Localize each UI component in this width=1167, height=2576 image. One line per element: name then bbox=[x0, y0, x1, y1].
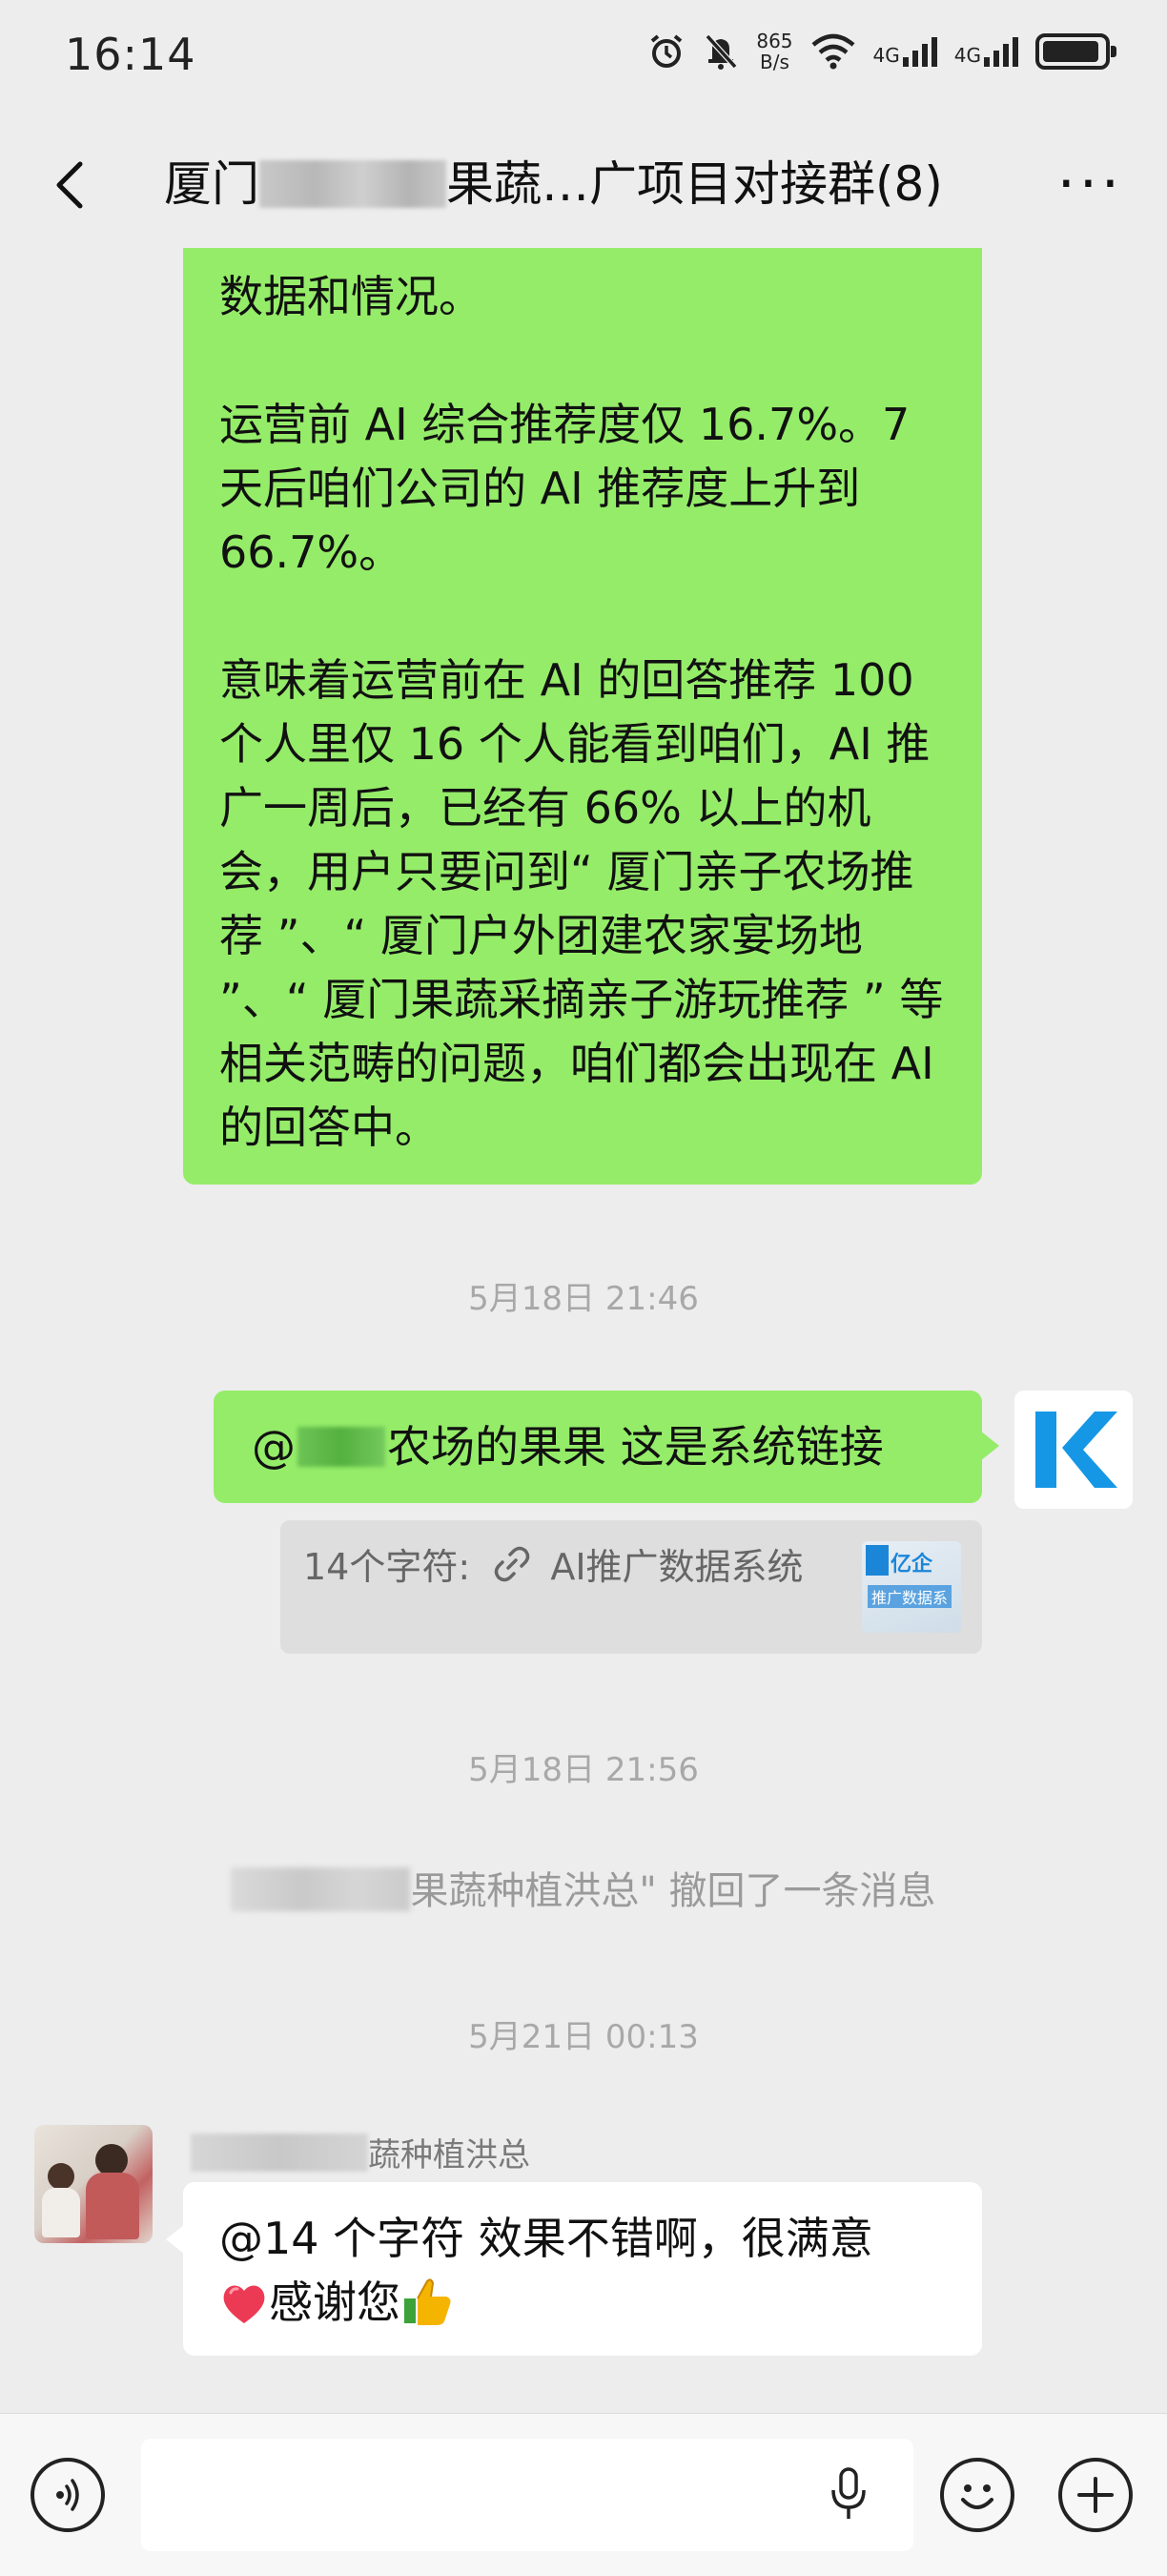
message-line: 感谢您 bbox=[219, 2271, 948, 2335]
heart-emoji-icon bbox=[223, 2285, 265, 2323]
message-input[interactable] bbox=[141, 2439, 913, 2551]
avatar[interactable] bbox=[34, 2125, 153, 2243]
status-icons: 865 B/s 4G 4G bbox=[647, 30, 1116, 73]
alarm-icon bbox=[651, 34, 683, 68]
link-thumbnail: 亿企 推广数据系 bbox=[862, 1541, 961, 1633]
quoted-link-preview[interactable]: 14个字符: AI推广数据系统 亿企 推广数据系 bbox=[280, 1520, 982, 1654]
chat-header: 厦门 果蔬…广项目对接群(8) ··· bbox=[0, 124, 1167, 248]
message-line: @14 个字符 效果不错啊，很满意 bbox=[219, 2213, 873, 2264]
signal-icon-2: 4G bbox=[954, 36, 1018, 67]
thumbs-up-emoji-icon bbox=[404, 2278, 451, 2325]
redacted-name bbox=[231, 1867, 411, 1911]
k-logo-icon bbox=[1035, 1412, 1117, 1488]
recall-notice: 果蔬种植洪总" 撤回了一条消息 bbox=[0, 1860, 1167, 1915]
timestamp: 5月18日 21:46 bbox=[468, 1280, 699, 1318]
wifi-icon bbox=[811, 33, 854, 70]
redacted-name bbox=[259, 160, 446, 208]
message-bubble-incoming[interactable]: @14 个字符 效果不错啊，很满意 感谢您 bbox=[166, 2182, 982, 2356]
redacted-name bbox=[191, 2133, 368, 2172]
cut-off-line bbox=[219, 248, 948, 265]
link-icon bbox=[495, 1546, 530, 1582]
sender-name: 蔬种植洪总 bbox=[191, 2129, 530, 2175]
input-bar bbox=[0, 2413, 1167, 2576]
message-paragraph: 意味着运营前在 AI 的回答推荐 100 个人里仅 16 个人能看到咱们，AI … bbox=[219, 654, 944, 1153]
message-paragraph: 运营前 AI 综合推荐度仅 16.7%。7天后咱们公司的 AI 推荐度上升到 6… bbox=[219, 399, 911, 578]
microphone-icon[interactable] bbox=[829, 2467, 868, 2521]
plus-icon[interactable] bbox=[1058, 2458, 1133, 2532]
status-time: 16:14 bbox=[65, 29, 196, 80]
emoji-icon[interactable] bbox=[940, 2458, 1014, 2532]
mute-icon bbox=[706, 33, 738, 70]
redacted-name bbox=[297, 1427, 385, 1467]
signal-icon: 4G bbox=[873, 36, 937, 67]
chevron-left-icon[interactable] bbox=[44, 156, 101, 214]
chat-title: 厦门 果蔬…广项目对接群(8) bbox=[164, 156, 943, 212]
avatar[interactable] bbox=[1014, 1391, 1133, 1509]
timestamp: 5月21日 00:13 bbox=[468, 2018, 699, 2056]
status-bar: 16:14 865 B/s 4G 4G bbox=[0, 0, 1167, 114]
message-bubble-outgoing[interactable]: 数据和情况。 运营前 AI 综合推荐度仅 16.7%。7天后咱们公司的 AI 推… bbox=[183, 248, 982, 1185]
net-speed: 865 B/s bbox=[756, 30, 793, 73]
message-bubble-outgoing[interactable]: @ 农场的果果 这是系统链接 bbox=[214, 1391, 999, 1503]
more-options-icon[interactable]: ··· bbox=[1057, 155, 1123, 213]
voice-icon[interactable] bbox=[31, 2458, 105, 2532]
battery-icon bbox=[1035, 33, 1116, 70]
message-paragraph: 数据和情况。 bbox=[219, 271, 482, 322]
timestamp: 5月18日 21:56 bbox=[468, 1751, 699, 1789]
